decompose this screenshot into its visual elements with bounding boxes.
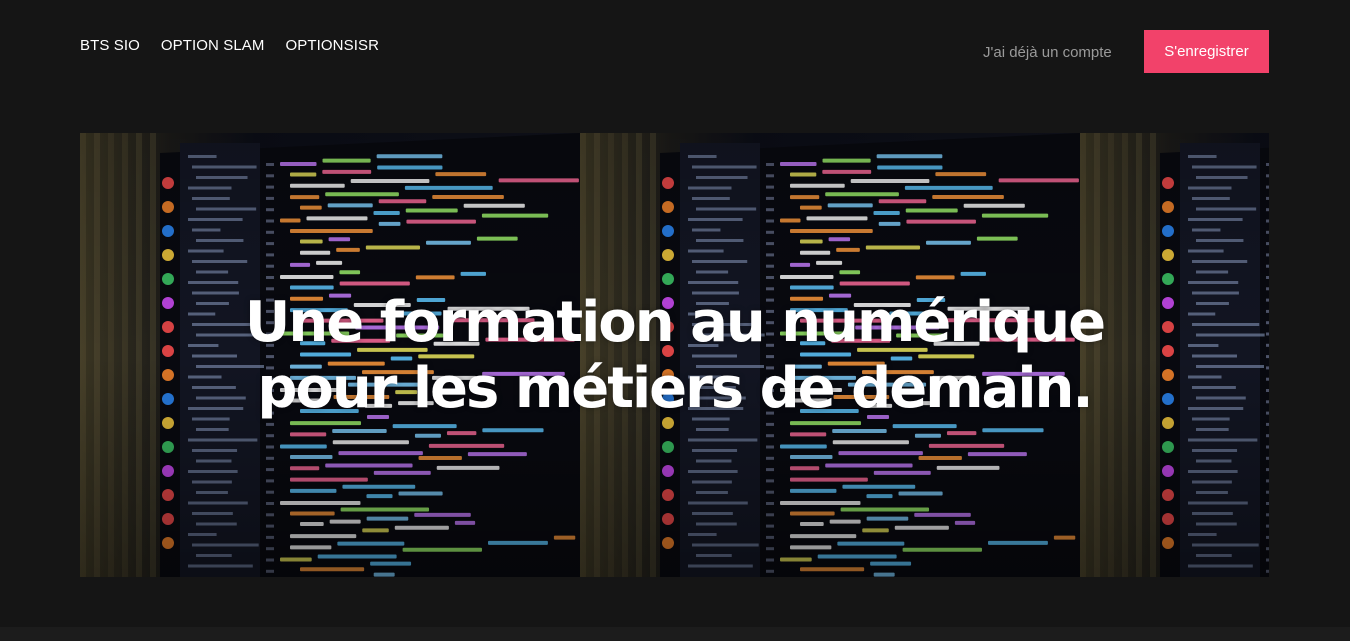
register-button[interactable]: S'enregistrer [1144, 30, 1269, 73]
page-footer-edge [0, 627, 1350, 641]
nav-link-option-slam[interactable]: OPTION SLAM [161, 37, 265, 54]
hero-banner: Une formation au numérique pour les méti… [80, 133, 1269, 577]
hero-title: Une formation au numérique pour les méti… [80, 290, 1269, 422]
nav-link-option-sisr[interactable]: OPTIONSISR [286, 37, 380, 54]
nav-link-bts-sio[interactable]: BTS SIO [80, 37, 140, 54]
page: BTS SIO OPTION SLAM OPTIONSISR J'ai déjà… [0, 0, 1350, 641]
main-nav: BTS SIO OPTION SLAM OPTIONSISR [80, 37, 379, 54]
hero-title-line-1: Une formation au numérique [244, 290, 1106, 355]
hero-title-line-2: pour les métiers de demain. [257, 356, 1093, 421]
login-link[interactable]: J'ai déjà un compte [983, 44, 1112, 61]
